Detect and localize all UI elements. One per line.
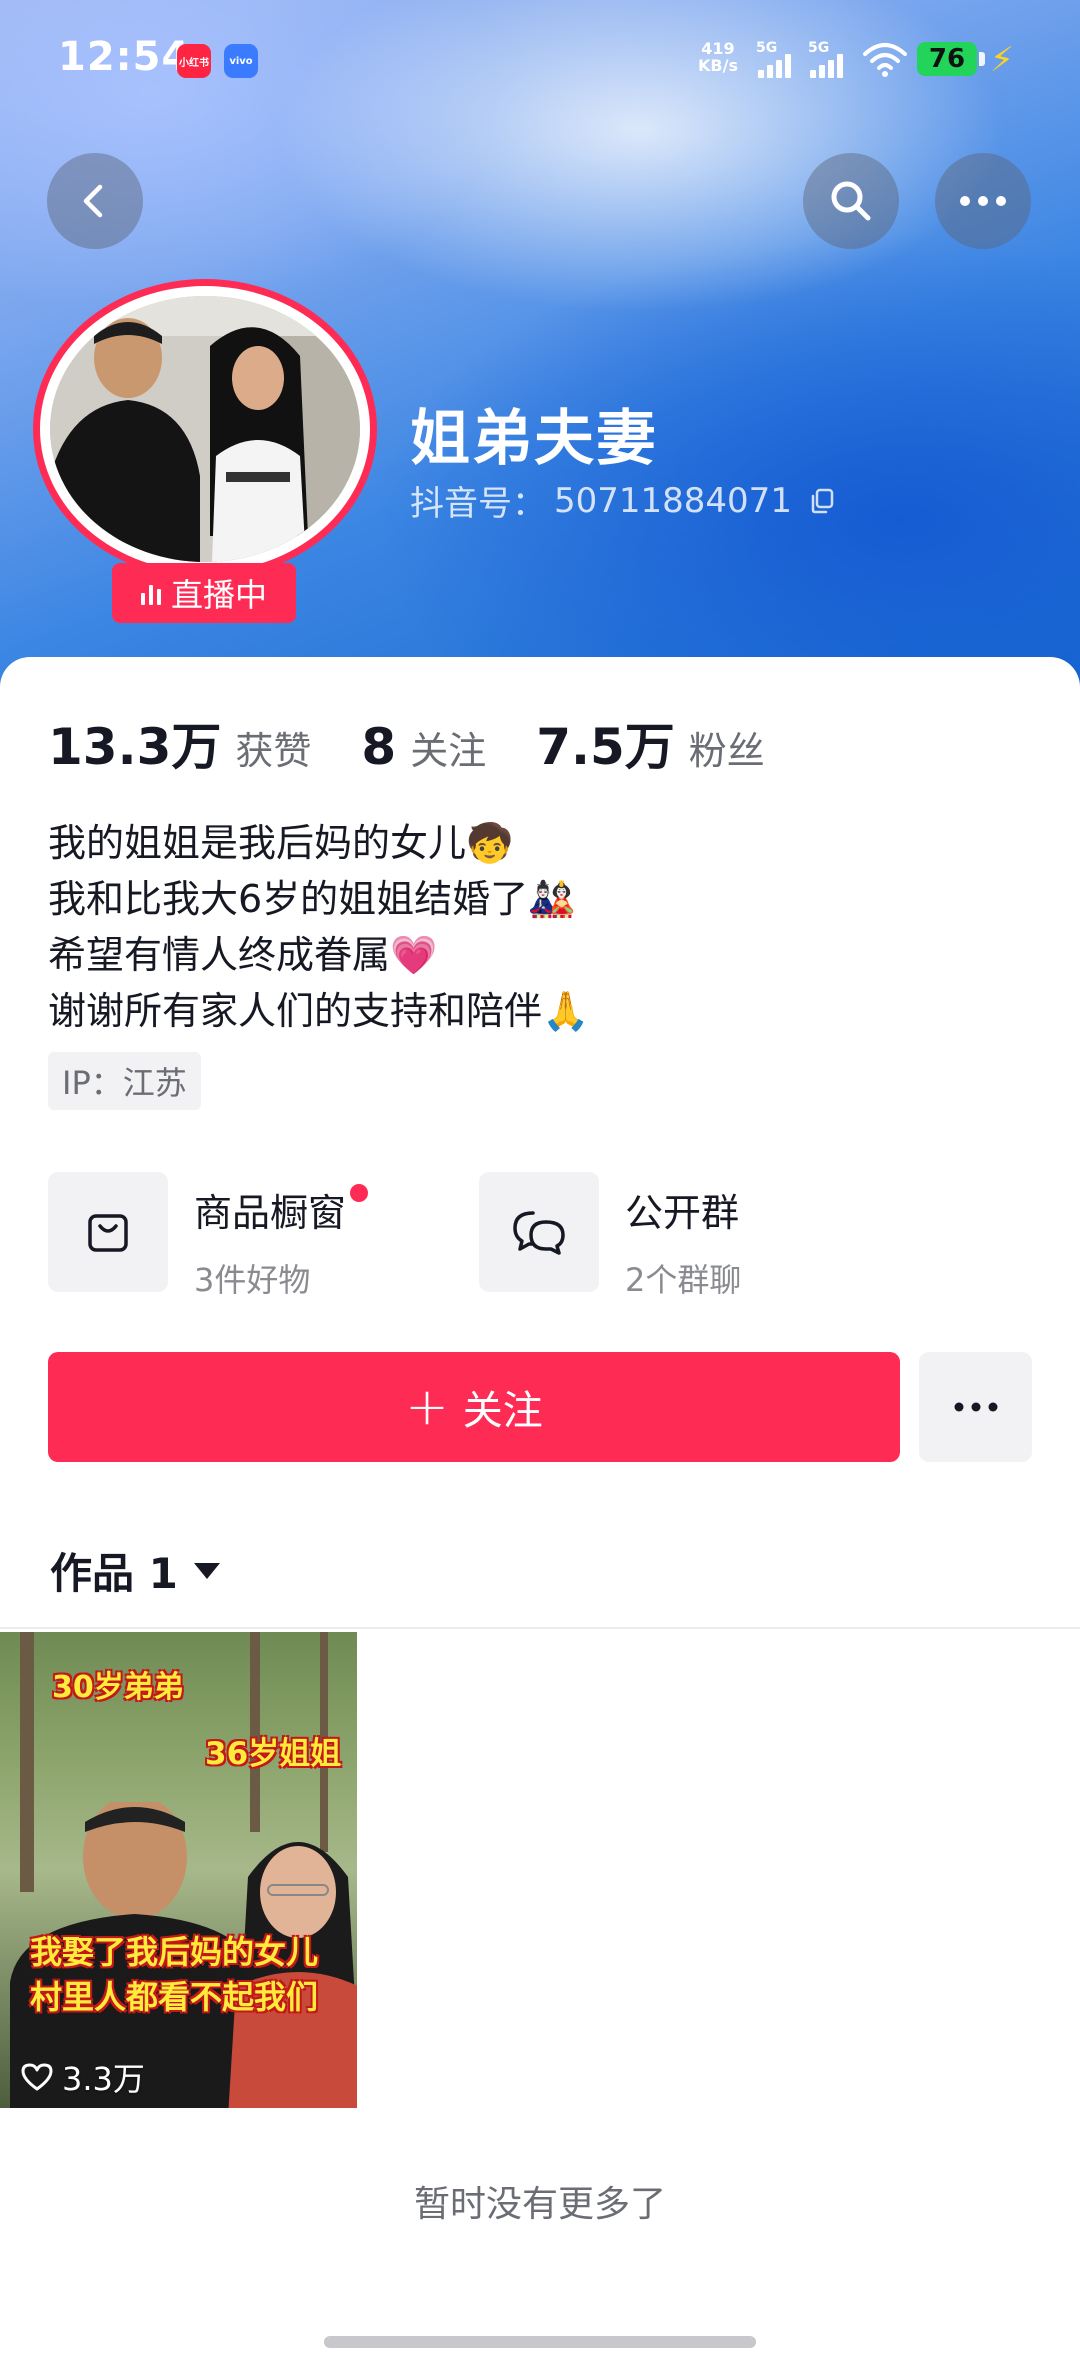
network-speed: 419 KB/s — [698, 40, 738, 74]
more-horizontal-icon — [954, 1402, 997, 1412]
back-button[interactable] — [47, 153, 143, 249]
profile-content: 13.3万 获赞 8 关注 7.5万 粉丝 我的姐姐是我后妈的女儿🧒 我和比我大… — [0, 657, 1080, 2376]
douyin-id: 抖音号： 50711884071 — [410, 476, 836, 525]
bio: 我的姐姐是我后妈的女儿🧒 我和比我大6岁的姐姐结婚了🎎 希望有情人终成眷属💗 谢… — [48, 815, 589, 1039]
battery-cap — [979, 52, 985, 66]
search-button[interactable] — [803, 153, 899, 249]
avatar-photo — [50, 296, 360, 562]
video-caption-line: 村里人都看不起我们 — [30, 1978, 319, 2016]
follow-button-label: 关注 — [462, 1388, 543, 1434]
divider — [0, 1627, 1080, 1629]
more-options-button[interactable] — [935, 153, 1031, 249]
shop-window-title: 商品橱窗 — [194, 1191, 347, 1235]
avatar[interactable] — [50, 296, 360, 562]
stat-followers-value: 7.5万 — [536, 718, 675, 776]
profile-name: 姐弟夫妻 — [410, 404, 658, 474]
public-group-subtitle: 2个群聊 — [625, 1261, 742, 1299]
live-badge[interactable]: 直播中 — [112, 563, 296, 623]
live-badge-label: 直播中 — [170, 576, 267, 614]
search-icon — [831, 181, 871, 221]
video-likes: 3.3万 — [20, 2054, 145, 2100]
vivo-app-icon: vivo — [224, 44, 258, 78]
wifi-icon — [863, 43, 907, 77]
network-speed-value: 419 — [701, 39, 735, 58]
group-chat-icon — [479, 1172, 599, 1292]
public-group-title: 公开群 — [625, 1191, 740, 1235]
shop-window-subtitle: 3件好物 — [194, 1261, 311, 1299]
caret-down-icon — [193, 1562, 220, 1579]
douyin-id-value: 50711884071 — [554, 480, 792, 521]
public-group-entry[interactable]: 公开群 2个群聊 — [479, 1172, 741, 1301]
charging-icon: ⚡ — [990, 40, 1014, 80]
follow-button[interactable]: + 关注 — [48, 1352, 900, 1462]
shopping-bag-icon — [48, 1172, 168, 1292]
home-indicator[interactable] — [324, 2336, 756, 2348]
live-bars-icon — [140, 581, 161, 605]
bio-line: 我的姐姐是我后妈的女儿🧒 — [48, 821, 514, 865]
signal-1-label: 5G — [756, 40, 778, 56]
no-more-content: 暂时没有更多了 — [413, 2184, 666, 2225]
heart-icon — [21, 2063, 53, 2091]
signal-2-label: 5G — [808, 40, 830, 56]
more-actions-button[interactable] — [919, 1352, 1032, 1462]
shop-window-entry[interactable]: 商品橱窗 3件好物 — [48, 1172, 369, 1301]
avatar-live-ring[interactable] — [33, 279, 377, 579]
chevron-left-icon — [83, 184, 103, 218]
notification-dot — [350, 1184, 369, 1202]
copy-icon[interactable] — [808, 487, 836, 515]
bio-line: 希望有情人终成眷属💗 — [48, 933, 438, 977]
status-time: 12:54 — [58, 34, 191, 80]
signal-icon-2: 5G — [808, 40, 852, 80]
bio-line: 谢谢所有家人们的支持和陪伴🙏 — [48, 989, 590, 1033]
stat-following-value: 8 — [361, 718, 397, 776]
stat-followers-label: 粉丝 — [688, 729, 765, 773]
status-bar: 12:54 小红书 vivo 419 KB/s 5G 5G 76 ⚡ — [0, 0, 1080, 120]
network-speed-unit: KB/s — [698, 56, 738, 75]
stat-likes-value: 13.3万 — [48, 718, 222, 776]
xiaohongshu-app-icon: 小红书 — [177, 44, 211, 78]
stat-likes-label: 获赞 — [235, 729, 312, 773]
stat-following-label: 关注 — [410, 729, 487, 773]
stats-row: 13.3万 获赞 8 关注 7.5万 粉丝 — [48, 707, 815, 779]
stat-following[interactable]: 8 关注 — [361, 718, 486, 776]
video-thumbnail[interactable]: 30岁弟弟 36岁姐姐 我娶了我后妈的女儿 村里人都看不起我们 3.3万 — [0, 1632, 357, 2108]
video-caption-line: 我娶了我后妈的女儿 — [30, 1933, 319, 1971]
plus-icon: + — [405, 1377, 449, 1437]
douyin-id-label: 抖音号： — [410, 484, 546, 524]
tab-works[interactable]: 作品 1 — [50, 1540, 220, 1601]
video-caption-top-left: 30岁弟弟 — [52, 1670, 184, 1705]
stat-followers[interactable]: 7.5万 粉丝 — [536, 707, 765, 779]
ip-location-tag: IP：江苏 — [48, 1052, 201, 1110]
video-likes-count: 3.3万 — [62, 2060, 145, 2098]
video-caption-top-right: 36岁姐姐 — [205, 1736, 342, 1772]
battery-icon: 76 — [917, 42, 977, 76]
tab-works-label: 作品 1 — [50, 1549, 178, 1598]
signal-icon-1: 5G — [756, 40, 800, 80]
bio-line: 我和比我大6岁的姐姐结婚了🎎 — [48, 877, 576, 921]
stat-likes[interactable]: 13.3万 获赞 — [48, 707, 311, 779]
more-horizontal-icon — [960, 196, 1006, 206]
